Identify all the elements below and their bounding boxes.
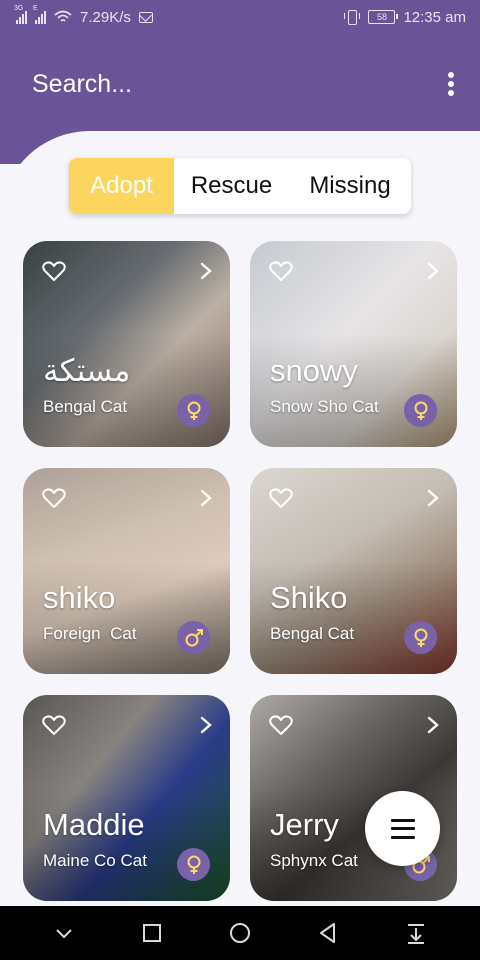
cat-name: Jerry: [270, 807, 339, 842]
search-field[interactable]: Search...: [32, 70, 132, 99]
chevron-right-icon[interactable]: [426, 489, 440, 507]
cat-card[interactable]: Jerry Sphynx Cat: [250, 695, 457, 901]
collapse-icon[interactable]: [46, 915, 82, 951]
cat-card[interactable]: Maddie Maine Co Cat: [23, 695, 230, 901]
status-left: 3G E 7.29K/s: [14, 5, 153, 26]
heart-icon[interactable]: [42, 260, 66, 282]
signal-icon-2: E: [33, 5, 46, 24]
menu-icon: [390, 818, 415, 839]
cat-card[interactable]: snowy Snow Sho Cat: [250, 241, 457, 447]
sim2-network-type: E: [33, 5, 38, 12]
system-nav-bar: [0, 906, 480, 960]
notification-pull-icon[interactable]: [398, 915, 434, 951]
tab-adopt[interactable]: Adopt: [69, 158, 174, 214]
signal-icon: 3G: [14, 5, 27, 24]
male-icon: [177, 621, 210, 654]
chevron-right-icon[interactable]: [199, 489, 213, 507]
heart-icon[interactable]: [42, 487, 66, 509]
tab-missing[interactable]: Missing: [289, 158, 411, 214]
cat-name: Shiko: [270, 580, 348, 615]
cat-breed: Bengal Cat: [270, 624, 355, 643]
mail-icon: [138, 11, 153, 23]
heart-icon[interactable]: [269, 487, 293, 509]
female-icon: [404, 621, 437, 654]
chevron-right-icon[interactable]: [426, 716, 440, 734]
cat-name: مستكة: [43, 353, 131, 388]
heart-icon[interactable]: [42, 714, 66, 736]
sim1-network-type: 3G: [14, 5, 24, 12]
cat-card[interactable]: shiko Foreign Cat: [23, 468, 230, 674]
home-icon[interactable]: [222, 915, 258, 951]
cat-breed: Bengal Cat: [43, 397, 128, 416]
battery-level: 58: [376, 12, 387, 22]
category-tabs: Adopt Rescue Missing: [69, 158, 411, 214]
chevron-right-icon[interactable]: [199, 262, 213, 280]
chevron-right-icon[interactable]: [426, 262, 440, 280]
recents-icon[interactable]: [134, 915, 170, 951]
status-bar: 3G E 7.29K/s 58 12:35 am: [0, 0, 480, 34]
battery-icon: 58: [368, 10, 399, 24]
heart-icon[interactable]: [269, 260, 293, 282]
net-speed: 7.29K/s: [80, 8, 131, 26]
cat-breed: Sphynx Cat: [270, 851, 358, 870]
status-right: 58 12:35 am: [344, 9, 466, 26]
cat-breed: Maine Co Cat: [43, 851, 147, 870]
female-icon: [177, 848, 210, 881]
vibrate-icon: [344, 10, 361, 25]
overflow-menu-icon[interactable]: [442, 70, 460, 98]
cat-breed: Foreign Cat: [43, 624, 137, 643]
back-icon[interactable]: [310, 915, 346, 951]
heart-icon[interactable]: [269, 714, 293, 736]
tab-rescue[interactable]: Rescue: [174, 158, 289, 214]
menu-fab-button[interactable]: [365, 791, 440, 866]
cat-name: Maddie: [43, 807, 145, 842]
female-icon: [177, 394, 210, 427]
female-icon: [404, 394, 437, 427]
clock: 12:35 am: [403, 8, 466, 26]
cat-breed: Snow Sho Cat: [270, 397, 379, 416]
cat-name: shiko: [43, 580, 116, 615]
cat-name: snowy: [270, 353, 358, 388]
wifi-icon: [54, 10, 72, 22]
chevron-right-icon[interactable]: [199, 716, 213, 734]
cat-card[interactable]: مستكة Bengal Cat: [23, 241, 230, 447]
cat-card[interactable]: Shiko Bengal Cat: [250, 468, 457, 674]
